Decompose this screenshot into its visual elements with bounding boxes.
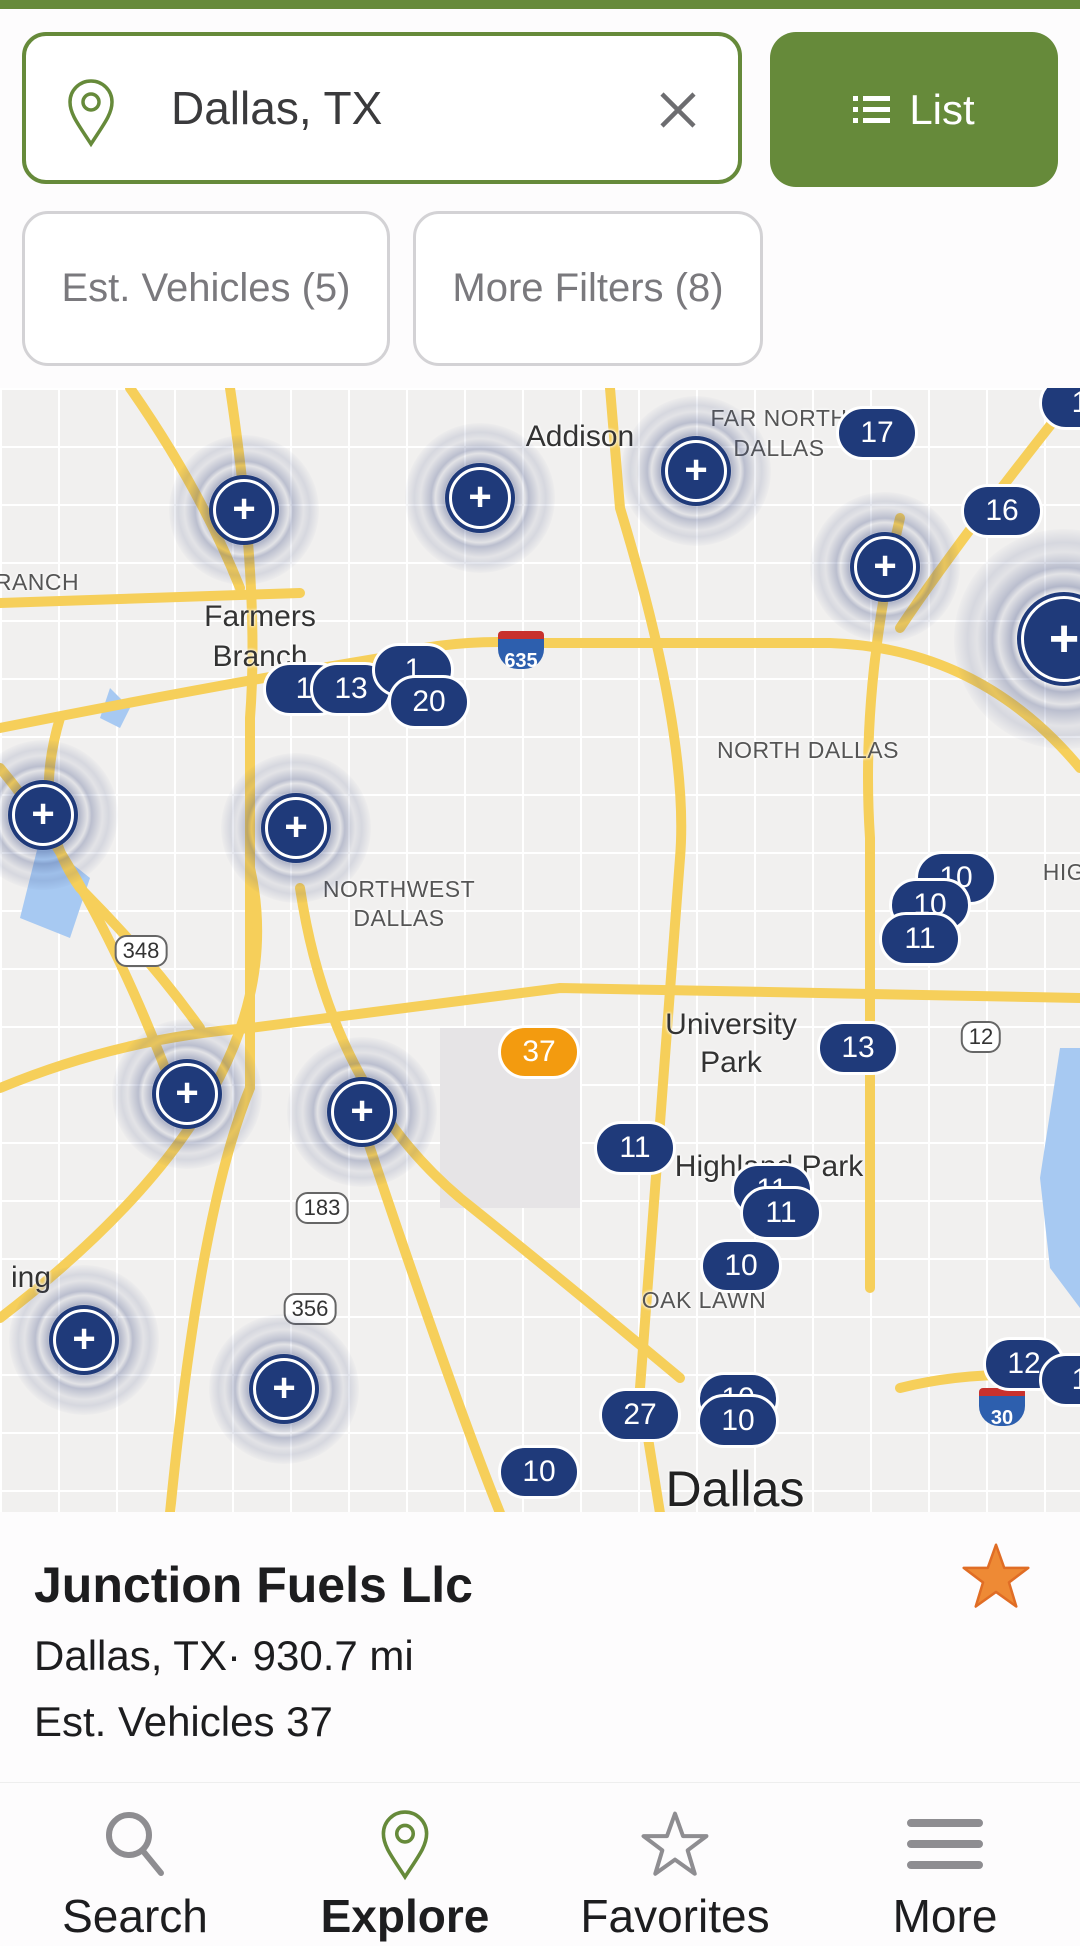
map-cluster-marker[interactable]: +	[621, 396, 771, 546]
map-cluster-marker[interactable]: +	[112, 1019, 262, 1169]
highway-shield: 183	[295, 1192, 349, 1224]
map-cluster-marker[interactable]: +	[221, 753, 371, 903]
location-marker[interactable]: 17	[836, 406, 918, 460]
map-cluster-marker[interactable]: +	[209, 1314, 359, 1464]
map-place-label: Park	[700, 1046, 762, 1079]
more-filters-button[interactable]: More Filters (8)	[413, 211, 763, 366]
map-place-label: Dallas	[665, 1461, 805, 1513]
close-icon[interactable]	[654, 86, 702, 134]
plus-icon: +	[12, 784, 74, 846]
nav-search[interactable]: Search	[0, 1783, 270, 1946]
location-distance: Dallas, TX· 930.7 mi	[34, 1632, 414, 1679]
location-marker[interactable]: 10	[697, 1394, 779, 1448]
highway-shield: 12	[960, 1021, 1002, 1053]
location-marker[interactable]: 13	[817, 1021, 899, 1075]
location-info-card[interactable]: Junction Fuels Llc Dallas, TX· 930.7 mi …	[0, 1512, 1080, 1782]
map-place-label: HIG	[1042, 859, 1080, 886]
location-marker[interactable]: 10	[700, 1239, 782, 1293]
selected-location-marker[interactable]: 37	[498, 1025, 580, 1079]
nav-favorites-label: Favorites	[580, 1890, 770, 1942]
location-marker[interactable]: 20	[388, 675, 470, 729]
est-vehicles-filter[interactable]: Est. Vehicles (5)	[22, 211, 390, 366]
bottom-navigation: Search Explore Favorites More	[0, 1782, 1080, 1945]
plus-icon: +	[213, 479, 275, 541]
nav-more-label: More	[892, 1890, 998, 1942]
plus-icon: +	[53, 1309, 115, 1371]
map-cluster-marker[interactable]: +	[405, 423, 555, 573]
nav-favorites[interactable]: Favorites	[540, 1783, 810, 1946]
location-marker[interactable]: 11	[740, 1186, 822, 1240]
nav-search-label: Search	[62, 1890, 208, 1942]
star-icon	[641, 1811, 709, 1876]
list-view-button[interactable]: List	[770, 32, 1058, 187]
location-marker[interactable]: 11	[594, 1121, 676, 1175]
highway-shield: 348	[114, 935, 168, 967]
location-marker[interactable]: 10	[498, 1445, 580, 1499]
map-place-label: University	[665, 1008, 797, 1041]
nav-explore[interactable]: Explore	[270, 1783, 540, 1946]
map-place-label: Farmers	[204, 600, 316, 633]
map-place-label: NORTH DALLAS	[717, 737, 899, 764]
favorite-star-icon[interactable]	[958, 1540, 1034, 1616]
map-place-label: RANCH	[0, 569, 80, 596]
location-marker[interactable]: 16	[961, 484, 1043, 538]
map-place-label: DALLAS	[353, 905, 445, 932]
plus-icon: +	[854, 536, 916, 598]
map-pin-icon	[68, 79, 114, 148]
location-search-field[interactable]	[22, 32, 742, 184]
map-pin-icon	[381, 1810, 429, 1881]
map-cluster-marker[interactable]: +	[9, 1265, 159, 1415]
map-view[interactable]: Addison FAR NORTH DALLAS RANCH Farmers Branch…	[0, 388, 1080, 1513]
highway-shield: 635	[498, 631, 544, 672]
top-accent-bar	[0, 0, 1080, 9]
plus-icon: +	[156, 1063, 218, 1125]
menu-icon	[907, 1819, 983, 1869]
map-cluster-marker[interactable]: +	[169, 435, 319, 585]
list-icon	[853, 95, 891, 123]
location-marker[interactable]: 27	[599, 1388, 681, 1442]
map-cluster-marker[interactable]: +	[287, 1037, 437, 1187]
location-search-input[interactable]	[171, 72, 651, 144]
nav-more[interactable]: More	[810, 1783, 1080, 1946]
highway-shield: 30	[979, 1388, 1025, 1429]
plus-icon: +	[253, 1358, 315, 1420]
location-title: Junction Fuels Llc	[34, 1557, 473, 1613]
map-place-label: Addison	[525, 420, 635, 453]
search-icon	[106, 1812, 164, 1876]
plus-icon: +	[449, 467, 511, 529]
list-button-label: List	[909, 85, 975, 133]
location-marker[interactable]: 11	[879, 912, 961, 966]
plus-icon: +	[665, 440, 727, 502]
plus-icon: +	[265, 797, 327, 859]
plus-icon: +	[1021, 596, 1080, 682]
nav-explore-label: Explore	[320, 1890, 490, 1942]
location-vehicles: Est. Vehicles 37	[34, 1698, 333, 1745]
map-cluster-marker[interactable]: +	[810, 492, 960, 642]
plus-icon: +	[331, 1081, 393, 1143]
